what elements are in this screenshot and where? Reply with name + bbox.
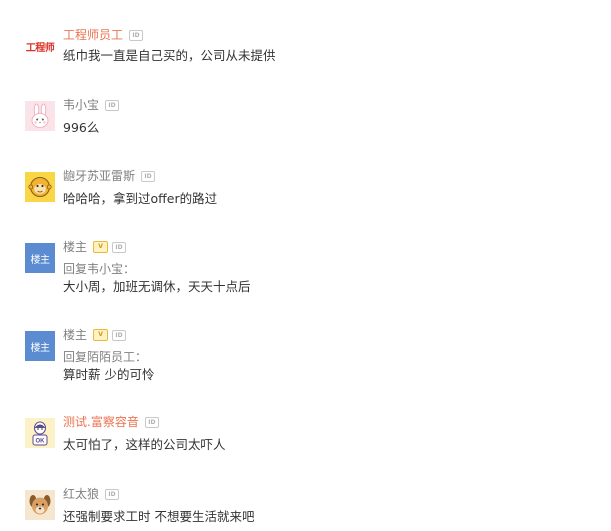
comment-username[interactable]: 楼主 xyxy=(63,239,87,255)
comment-header: 测试.富察容音 ID xyxy=(63,414,159,430)
user-avatar[interactable] xyxy=(25,101,55,131)
comment-text: 大小周，加班无调休，天天十点后 xyxy=(63,279,251,294)
comment-username[interactable]: 工程师员工 xyxy=(63,27,123,43)
comment-username[interactable]: 韦小宝 xyxy=(63,97,99,113)
text-logo-avatar: 工程师 xyxy=(25,42,55,54)
comment-header: 楼主 V ID xyxy=(63,327,127,343)
id-badge-icon: ID xyxy=(129,29,144,41)
comment-text: 还强制要求工时 不想要生活就来吧 xyxy=(63,509,255,524)
user-avatar[interactable]: 楼主 xyxy=(25,331,55,361)
comment-username[interactable]: 测试.富察容音 xyxy=(63,414,139,430)
reply-to-label: 回复陌陌员工： xyxy=(63,350,148,364)
id-badge-icon: ID xyxy=(144,416,159,428)
comment-text: 算时薪 少的可怜 xyxy=(63,367,155,382)
comment-header: 龅牙苏亚雷斯 ID xyxy=(63,168,156,184)
vip-badge-icon: V xyxy=(93,241,109,253)
id-badge-icon: ID xyxy=(112,329,127,341)
user-avatar[interactable] xyxy=(25,490,55,520)
ok-sign-text: OK xyxy=(36,439,46,445)
comment-header: 楼主 V ID xyxy=(63,239,127,255)
dog-avatar xyxy=(29,495,51,515)
id-badge-icon: ID xyxy=(141,170,156,182)
id-badge-icon: ID xyxy=(112,241,127,253)
comment-username[interactable]: 龅牙苏亚雷斯 xyxy=(63,168,135,184)
vip-badge-icon: V xyxy=(93,329,109,341)
id-badge-icon: ID xyxy=(105,488,120,500)
comment-text: 太可怕了，这样的公司太吓人 xyxy=(63,437,226,452)
comment-text: 996么 xyxy=(63,120,100,135)
comment-header: 韦小宝 ID xyxy=(63,97,120,113)
comment-header: 红太狼 ID xyxy=(63,486,120,502)
user-avatar[interactable] xyxy=(25,172,55,202)
comment-list: 工程师 工程师员工 ID 纸巾我一直是自己买的，公司从未提供 韦小宝 ID 99… xyxy=(0,0,611,531)
comment-text: 哈哈哈，拿到过offer的路过 xyxy=(63,191,218,206)
monkey-avatar xyxy=(28,177,52,197)
host-avatar: 楼主 xyxy=(30,254,51,266)
bunny-avatar xyxy=(31,103,49,128)
reply-to-label: 回复韦小宝： xyxy=(63,262,136,276)
comment-text: 纸巾我一直是自己买的，公司从未提供 xyxy=(63,48,276,63)
comment-header: 工程师员工 ID xyxy=(63,27,144,43)
user-avatar[interactable]: 工程师 xyxy=(25,31,55,61)
user-avatar[interactable]: 楼主 xyxy=(25,243,55,273)
user-avatar[interactable]: OK xyxy=(25,418,55,448)
ok-character-avatar: OK xyxy=(32,421,48,446)
comment-username[interactable]: 红太狼 xyxy=(63,486,99,502)
comment-username[interactable]: 楼主 xyxy=(63,327,87,343)
id-badge-icon: ID xyxy=(105,99,120,111)
host-avatar: 楼主 xyxy=(30,342,51,354)
